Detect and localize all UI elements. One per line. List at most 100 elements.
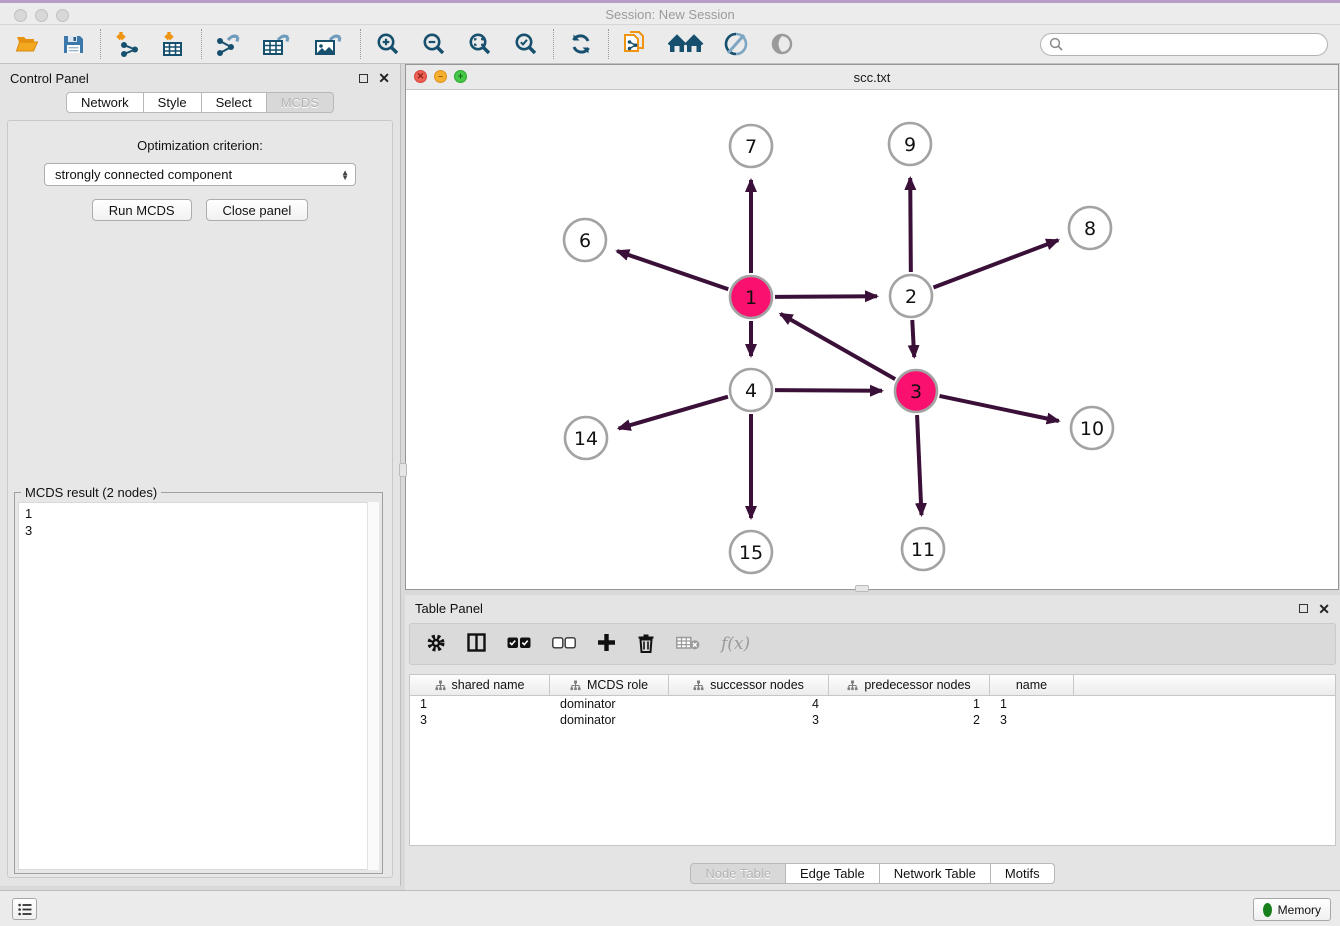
float-table-panel-icon[interactable]	[1299, 604, 1308, 613]
column-header-name[interactable]: name	[990, 675, 1074, 695]
table-row[interactable]: 3dominator323	[410, 712, 1335, 728]
table-row[interactable]: 1dominator411	[410, 696, 1335, 712]
import-network-button[interactable]	[113, 30, 143, 58]
column-panel-button[interactable]	[467, 633, 486, 655]
graph-node-6[interactable]: 6	[564, 219, 606, 261]
network-window-titlebar[interactable]: ✕ – + scc.txt	[406, 65, 1338, 90]
table-cell[interactable]: 1	[410, 697, 550, 711]
table-cell[interactable]: 3	[410, 713, 550, 727]
tab-edge-table[interactable]: Edge Table	[786, 863, 880, 884]
tab-style[interactable]: Style	[144, 92, 202, 113]
column-header-predecessor-nodes[interactable]: predecessor nodes	[829, 675, 990, 695]
table-cell[interactable]: 1	[829, 697, 990, 711]
level-of-detail-button[interactable]	[767, 30, 797, 58]
graph-edge-1-2[interactable]	[775, 296, 877, 297]
deselect-all-columns-button[interactable]	[552, 637, 576, 652]
export-table-button[interactable]	[260, 30, 296, 58]
table-cell[interactable]: 4	[669, 697, 829, 711]
result-scrollbar[interactable]	[367, 502, 379, 870]
network-close-icon[interactable]: ✕	[414, 70, 427, 83]
tab-motifs[interactable]: Motifs	[991, 863, 1055, 884]
table-toolbar: f(x)	[409, 623, 1336, 665]
graph-node-11[interactable]: 11	[902, 528, 944, 570]
control-panel-tabs: NetworkStyleSelectMCDS	[0, 92, 400, 113]
first-neighbors-button[interactable]	[667, 30, 705, 58]
create-column-button[interactable]	[597, 633, 616, 655]
run-mcds-button[interactable]: Run MCDS	[92, 199, 192, 221]
column-header-MCDS-role[interactable]: MCDS role	[550, 675, 669, 695]
close-panel-button[interactable]: Close panel	[206, 199, 309, 221]
network-maximize-icon[interactable]: +	[454, 70, 467, 83]
graph-edge-3-11[interactable]	[917, 415, 921, 515]
graph-node-15[interactable]: 15	[730, 531, 772, 573]
vertical-divider-grip[interactable]	[399, 463, 407, 477]
graph-node-3[interactable]: 3	[895, 370, 937, 412]
graph-node-label: 10	[1080, 418, 1104, 440]
mcds-result-area[interactable]: 13	[18, 502, 379, 870]
graph-edge-4-3[interactable]	[775, 390, 882, 391]
tab-select[interactable]: Select	[202, 92, 267, 113]
graph-edge-2-9[interactable]	[910, 178, 911, 272]
export-image-button[interactable]	[312, 30, 348, 58]
function-builder-button[interactable]: f(x)	[721, 634, 750, 654]
close-table-panel-icon[interactable]: ✕	[1318, 602, 1330, 616]
column-header-successor-nodes[interactable]: successor nodes	[669, 675, 829, 695]
split-panel-icon	[467, 633, 486, 652]
graph-node-4[interactable]: 4	[730, 369, 772, 411]
delete-table-button[interactable]	[676, 636, 700, 653]
task-history-button[interactable]	[12, 898, 37, 920]
zoom-in-button[interactable]	[373, 30, 403, 58]
column-header-shared-name[interactable]: shared name	[410, 675, 550, 695]
export-network-button[interactable]	[214, 30, 244, 58]
network-canvas[interactable]: 7 9 6 8 1 2 4 3 14 10 15 11	[406, 90, 1338, 589]
graph-edge-4-14[interactable]	[619, 397, 728, 429]
tab-mcds[interactable]: MCDS	[267, 92, 334, 113]
network-window-title: scc.txt	[854, 70, 891, 85]
table-cell[interactable]: 3	[990, 713, 1074, 727]
tab-node-table[interactable]: Node Table	[690, 863, 786, 884]
graph-node-1[interactable]: 1	[730, 276, 772, 318]
table-cell[interactable]: dominator	[550, 697, 669, 711]
optimization-dropdown[interactable]: strongly connected component ▲▼	[44, 163, 356, 186]
clone-network-button[interactable]	[621, 30, 651, 58]
graph-node-10[interactable]: 10	[1071, 407, 1113, 449]
graph-edge-2-8[interactable]	[933, 240, 1058, 287]
save-session-button[interactable]	[58, 30, 88, 58]
tab-network-table[interactable]: Network Table	[880, 863, 991, 884]
graph-edge-3-1[interactable]	[781, 314, 896, 379]
graph-edge-2-3[interactable]	[912, 320, 914, 357]
search-input[interactable]	[1068, 37, 1319, 51]
zoom-selected-button[interactable]	[511, 30, 541, 58]
float-panel-icon[interactable]	[359, 74, 368, 83]
graph-edge-1-6[interactable]	[617, 251, 728, 289]
open-session-button[interactable]	[12, 30, 42, 58]
select-all-columns-button[interactable]	[507, 637, 531, 652]
network-minimize-icon[interactable]: –	[434, 70, 447, 83]
zoom-fit-button[interactable]	[465, 30, 495, 58]
table-cell[interactable]: dominator	[550, 713, 669, 727]
table-settings-button[interactable]	[426, 633, 446, 656]
network-graph[interactable]: 7 9 6 8 1 2 4 3 14 10 15 11	[406, 90, 1338, 588]
memory-button[interactable]: Memory	[1253, 898, 1331, 921]
zoom-out-button[interactable]	[419, 30, 449, 58]
horizontal-divider-grip[interactable]	[855, 585, 869, 592]
delete-column-button[interactable]	[637, 633, 655, 656]
table-cell[interactable]: 3	[669, 713, 829, 727]
close-panel-icon[interactable]: ✕	[378, 71, 390, 85]
import-network-icon	[114, 31, 142, 57]
save-icon	[63, 34, 84, 55]
graph-node-7[interactable]: 7	[730, 125, 772, 167]
refresh-button[interactable]	[566, 30, 596, 58]
status-bar: Memory	[0, 890, 1340, 926]
graphics-details-button[interactable]	[721, 30, 751, 58]
tab-network[interactable]: Network	[66, 92, 144, 113]
graph-node-14[interactable]: 14	[565, 417, 607, 459]
table-cell[interactable]: 2	[829, 713, 990, 727]
graph-node-2[interactable]: 2	[890, 275, 932, 317]
graph-node-8[interactable]: 8	[1069, 207, 1111, 249]
graph-node-9[interactable]: 9	[889, 123, 931, 165]
table-cell[interactable]: 1	[990, 697, 1074, 711]
search-box[interactable]	[1040, 33, 1328, 56]
import-table-button[interactable]	[159, 30, 189, 58]
graph-edge-3-10[interactable]	[939, 396, 1058, 421]
